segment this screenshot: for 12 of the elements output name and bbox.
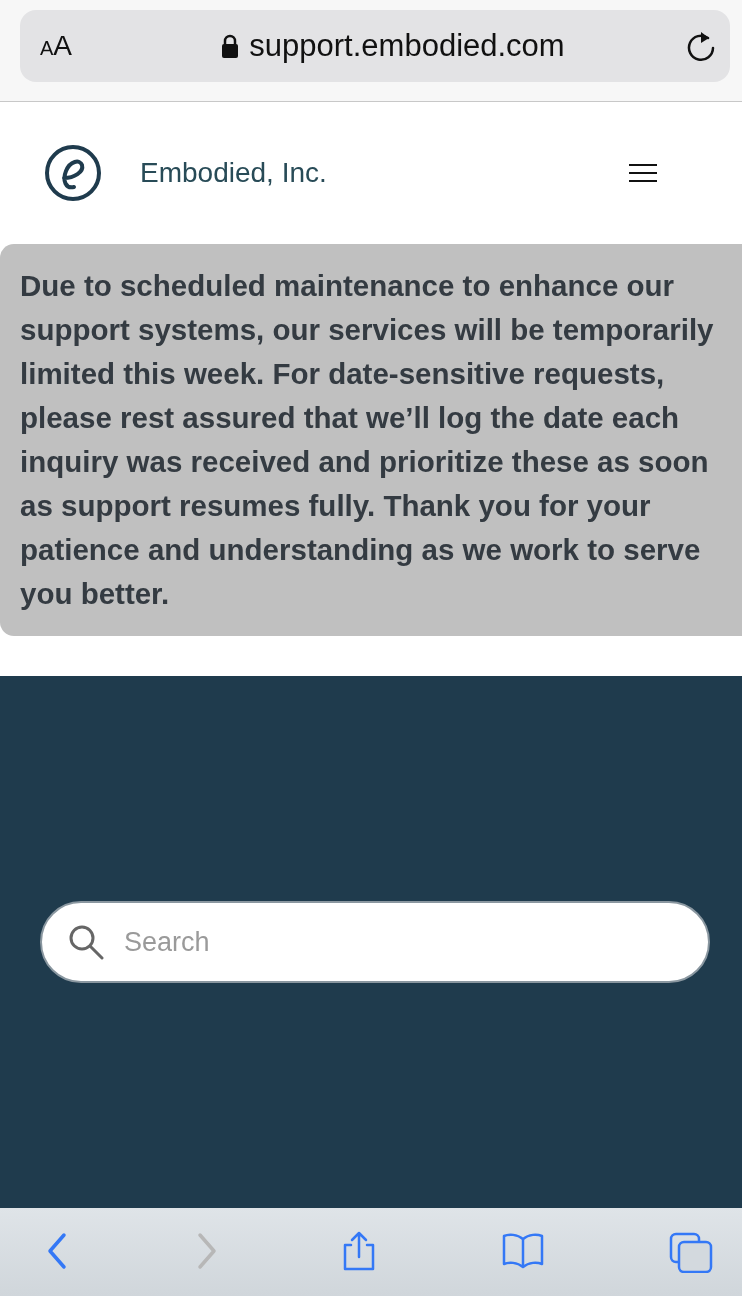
tabs-button[interactable]	[668, 1231, 714, 1273]
address-bar[interactable]: AA support.embodied.com	[20, 10, 730, 82]
maintenance-notice: Due to scheduled maintenance to enhance our support systems, our services will be temporarily limited this week. For date-sensitive requests, please rest assured that we’ll log the date each inquiry was received and prioritize these as soon as support resumes fully. Thank you for your patience and understanding as we work to serve you better.	[0, 244, 742, 636]
logo-icon[interactable]	[44, 143, 102, 202]
text-size-button[interactable]: AA	[40, 30, 100, 62]
search-icon	[68, 924, 104, 960]
lock-icon	[221, 34, 240, 58]
reload-icon[interactable]	[686, 30, 716, 62]
search-field[interactable]: Search	[40, 901, 710, 983]
menu-icon[interactable]	[628, 162, 658, 183]
site-name[interactable]: Embodied, Inc.	[140, 156, 628, 189]
url-text[interactable]: support.embodied.com	[249, 28, 565, 64]
